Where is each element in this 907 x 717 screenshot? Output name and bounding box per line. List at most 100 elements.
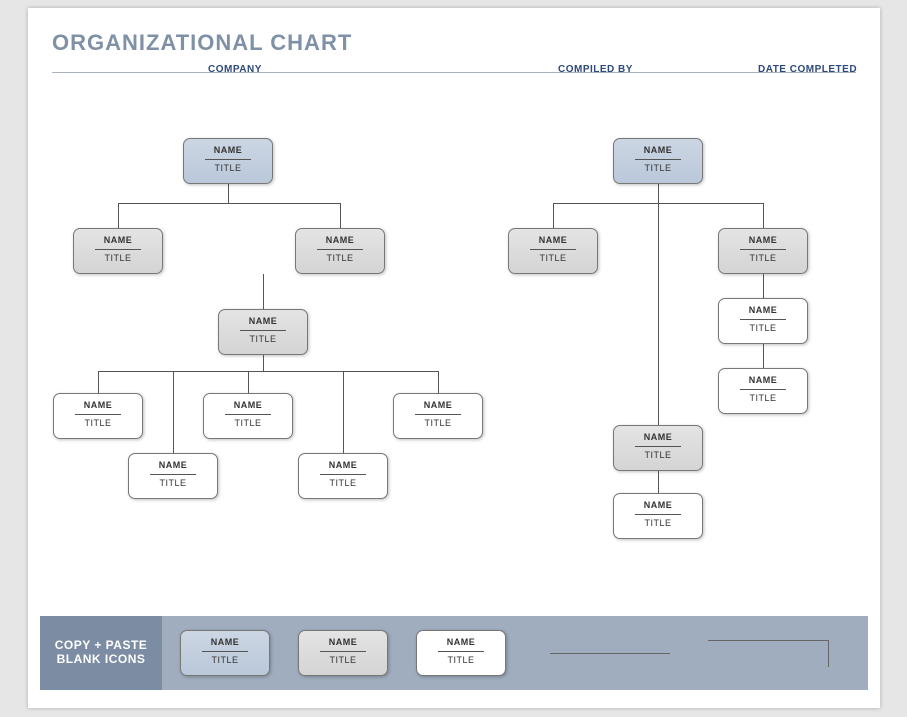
connector: [658, 203, 659, 425]
node-title: TITLE: [614, 163, 702, 173]
sheet: ORGANIZATIONAL CHART COMPANY COMPILED BY…: [28, 8, 880, 708]
connector: [263, 274, 264, 309]
org-node[interactable]: NAMETITLE: [73, 228, 163, 274]
connector: [340, 203, 341, 228]
connector: [438, 371, 439, 393]
node-name: NAME: [509, 235, 597, 245]
footer-bar: COPY + PASTE BLANK ICONS NAME TITLE NAME T…: [40, 616, 868, 690]
node-name: NAME: [181, 637, 269, 647]
node-name: NAME: [394, 400, 482, 410]
org-node[interactable]: NAME TITLE: [128, 453, 218, 499]
node-divider: [225, 414, 271, 415]
connector: [118, 203, 340, 204]
node-title: TITLE: [719, 323, 807, 333]
node-name: NAME: [296, 235, 384, 245]
template-connector-h[interactable]: [550, 653, 670, 654]
node-title: TITLE: [54, 418, 142, 428]
node-title: TITLE: [417, 655, 505, 665]
template-node-grey[interactable]: NAME TITLE: [298, 630, 388, 676]
page-title: ORGANIZATIONAL CHART: [52, 30, 352, 56]
connector: [173, 371, 174, 453]
connector: [98, 371, 438, 372]
connector: [263, 355, 264, 371]
org-node[interactable]: NAME TITLE: [718, 298, 808, 344]
node-divider: [740, 249, 786, 250]
node-title: TITLE: [181, 655, 269, 665]
connector: [228, 183, 229, 203]
node-name: NAME: [614, 500, 702, 510]
org-node-root-left[interactable]: NAME TITLE: [183, 138, 273, 184]
org-node-root-right[interactable]: NAMETITLE: [613, 138, 703, 184]
org-node[interactable]: NAME TITLE: [53, 393, 143, 439]
template-node-white[interactable]: NAME TITLE: [416, 630, 506, 676]
node-divider: [75, 414, 121, 415]
node-title: TITLE: [614, 450, 702, 460]
node-title: TITLE: [184, 163, 272, 173]
node-name: NAME: [204, 400, 292, 410]
header-company: COMPANY: [208, 64, 262, 75]
node-title: TITLE: [296, 253, 384, 263]
node-title: TITLE: [204, 418, 292, 428]
node-title: TITLE: [614, 518, 702, 528]
node-name: NAME: [719, 375, 807, 385]
node-name: NAME: [299, 637, 387, 647]
header-date-completed: DATE COMPLETED: [758, 64, 857, 75]
node-title: TITLE: [299, 655, 387, 665]
org-node[interactable]: NAME TITLE: [718, 368, 808, 414]
node-divider: [740, 389, 786, 390]
org-chart-canvas: NAME TITLE NAME TITLE NAME TITLE NAME TITLE…: [28, 103, 880, 563]
org-node[interactable]: NAME TITLE: [613, 425, 703, 471]
node-divider: [438, 651, 484, 652]
node-divider: [317, 249, 363, 250]
footer-label: COPY + PASTE BLANK ICONS: [40, 616, 162, 690]
node-title: TITLE: [299, 478, 387, 488]
org-node[interactable]: NAME TITLE: [718, 228, 808, 274]
node-title: TITLE: [129, 478, 217, 488]
connector: [763, 203, 764, 228]
connector: [763, 344, 764, 368]
node-divider: [202, 651, 248, 652]
org-node[interactable]: NAME TITLE: [613, 493, 703, 539]
node-name: NAME: [54, 400, 142, 410]
node-divider: [635, 159, 681, 160]
node-name: NAME: [184, 145, 272, 155]
connector: [343, 371, 344, 453]
node-name: NAME: [719, 305, 807, 315]
org-node[interactable]: NAMETITLE: [298, 453, 388, 499]
footer-label-line2: BLANK ICONS: [57, 652, 146, 666]
connector: [658, 183, 659, 203]
org-node[interactable]: NAME TITLE: [295, 228, 385, 274]
node-title: TITLE: [719, 253, 807, 263]
org-node[interactable]: NAME TITLE: [393, 393, 483, 439]
footer-label-line1: COPY + PASTE: [55, 638, 148, 652]
node-name: NAME: [129, 460, 217, 470]
connector: [248, 371, 249, 393]
node-name: NAME: [614, 432, 702, 442]
node-divider: [150, 474, 196, 475]
node-name: NAME: [417, 637, 505, 647]
node-title: TITLE: [74, 253, 162, 263]
connector: [118, 203, 119, 228]
node-name: NAME: [719, 235, 807, 245]
node-divider: [320, 651, 366, 652]
node-divider: [205, 159, 251, 160]
org-node[interactable]: NAME TITLE: [508, 228, 598, 274]
node-title: TITLE: [394, 418, 482, 428]
node-title: TITLE: [509, 253, 597, 263]
node-divider: [415, 414, 461, 415]
node-name: NAME: [219, 316, 307, 326]
connector: [553, 203, 554, 228]
node-divider: [320, 474, 366, 475]
node-divider: [635, 446, 681, 447]
node-divider: [740, 319, 786, 320]
template-node-blue[interactable]: NAME TITLE: [180, 630, 270, 676]
node-divider: [530, 249, 576, 250]
node-title: TITLE: [719, 393, 807, 403]
node-divider: [635, 514, 681, 515]
node-title: TITLE: [219, 334, 307, 344]
node-divider: [95, 249, 141, 250]
header-compiled-by: COMPILED BY: [558, 64, 633, 75]
org-node[interactable]: NAME TITLE: [203, 393, 293, 439]
org-node[interactable]: NAME TITLE: [218, 309, 308, 355]
template-connector-elbow[interactable]: [708, 640, 829, 667]
